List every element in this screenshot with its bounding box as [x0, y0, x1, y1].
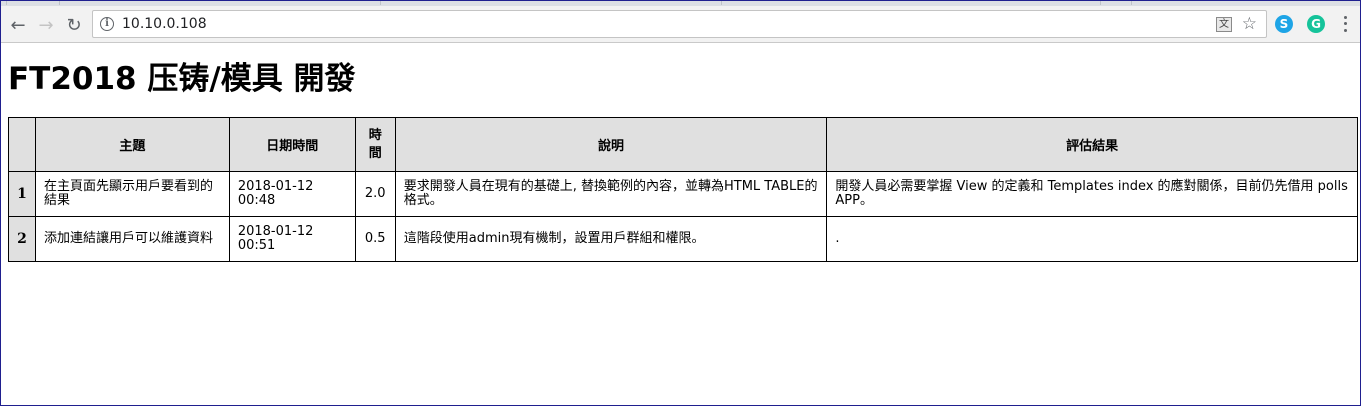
- cell-description: 要求開發人員在現有的基礎上, 替換範例的內容，並轉為HTML TABLE的格式。: [394, 171, 828, 217]
- browser-toolbar: ← → ↻ i 10.10.0.108 文 ☆ S G: [0, 6, 1361, 43]
- row-index: 2: [8, 216, 36, 262]
- address-bar[interactable]: i 10.10.0.108 文 ☆: [92, 10, 1267, 38]
- header-description: 說明: [394, 117, 828, 172]
- menu-dot: [1343, 15, 1347, 19]
- header-datetime: 日期時間: [228, 117, 356, 172]
- menu-dot: [1343, 29, 1347, 33]
- table-header-row: 主題 日期時間 時間 說明 評估結果: [8, 117, 1358, 172]
- header-index: [8, 117, 36, 172]
- back-button[interactable]: ←: [6, 13, 30, 37]
- header-subject: 主題: [34, 117, 230, 172]
- cell-subject: 在主頁面先顯示用戶要看到的結果: [34, 171, 230, 217]
- cell-subject: 添加連結讓用戶可以維護資料: [34, 216, 230, 262]
- page-content: FT2018 压铸/模具 開發 主題 日期時間 時間 說明 評估結果 1 在主頁…: [8, 44, 1358, 262]
- cell-hours: 2.0: [354, 171, 396, 217]
- menu-dot: [1343, 22, 1347, 26]
- cell-hours: 0.5: [354, 216, 396, 262]
- header-hours: 時間: [354, 117, 396, 172]
- browser-menu-icon[interactable]: [1339, 14, 1351, 34]
- tab[interactable]: [1100, 0, 1132, 5]
- cell-result: .: [826, 216, 1358, 262]
- skype-extension-icon[interactable]: S: [1275, 15, 1293, 33]
- page-title: FT2018 压铸/模具 開發: [8, 61, 356, 97]
- site-info-icon[interactable]: i: [100, 17, 114, 31]
- table-row: 2 添加連結讓用戶可以維護資料 2018-01-12 00:51 0.5 這階段…: [8, 216, 1358, 262]
- tab[interactable]: [6, 0, 60, 5]
- translate-icon[interactable]: 文: [1216, 17, 1232, 32]
- cell-result: 開發人員必需要掌握 View 的定義和 Templates index 的應對關…: [826, 171, 1358, 217]
- tab[interactable]: [380, 0, 722, 5]
- reload-button[interactable]: ↻: [62, 13, 86, 37]
- row-index: 1: [8, 171, 36, 217]
- address-url[interactable]: 10.10.0.108: [122, 16, 207, 32]
- cell-datetime: 2018-01-12 00:51: [228, 216, 356, 262]
- cell-description: 這階段使用admin現有機制，設置用戶群組和權限。: [394, 216, 828, 262]
- grammarly-extension-icon[interactable]: G: [1307, 15, 1325, 33]
- header-result: 評估結果: [826, 117, 1358, 172]
- bookmark-star-icon[interactable]: ☆: [1242, 14, 1257, 34]
- table-row: 1 在主頁面先顯示用戶要看到的結果 2018-01-12 00:48 2.0 要…: [8, 171, 1358, 217]
- cell-datetime: 2018-01-12 00:48: [228, 171, 356, 217]
- dev-log-table: 主題 日期時間 時間 說明 評估結果 1 在主頁面先顯示用戶要看到的結果 201…: [8, 117, 1358, 262]
- forward-button[interactable]: →: [34, 13, 58, 37]
